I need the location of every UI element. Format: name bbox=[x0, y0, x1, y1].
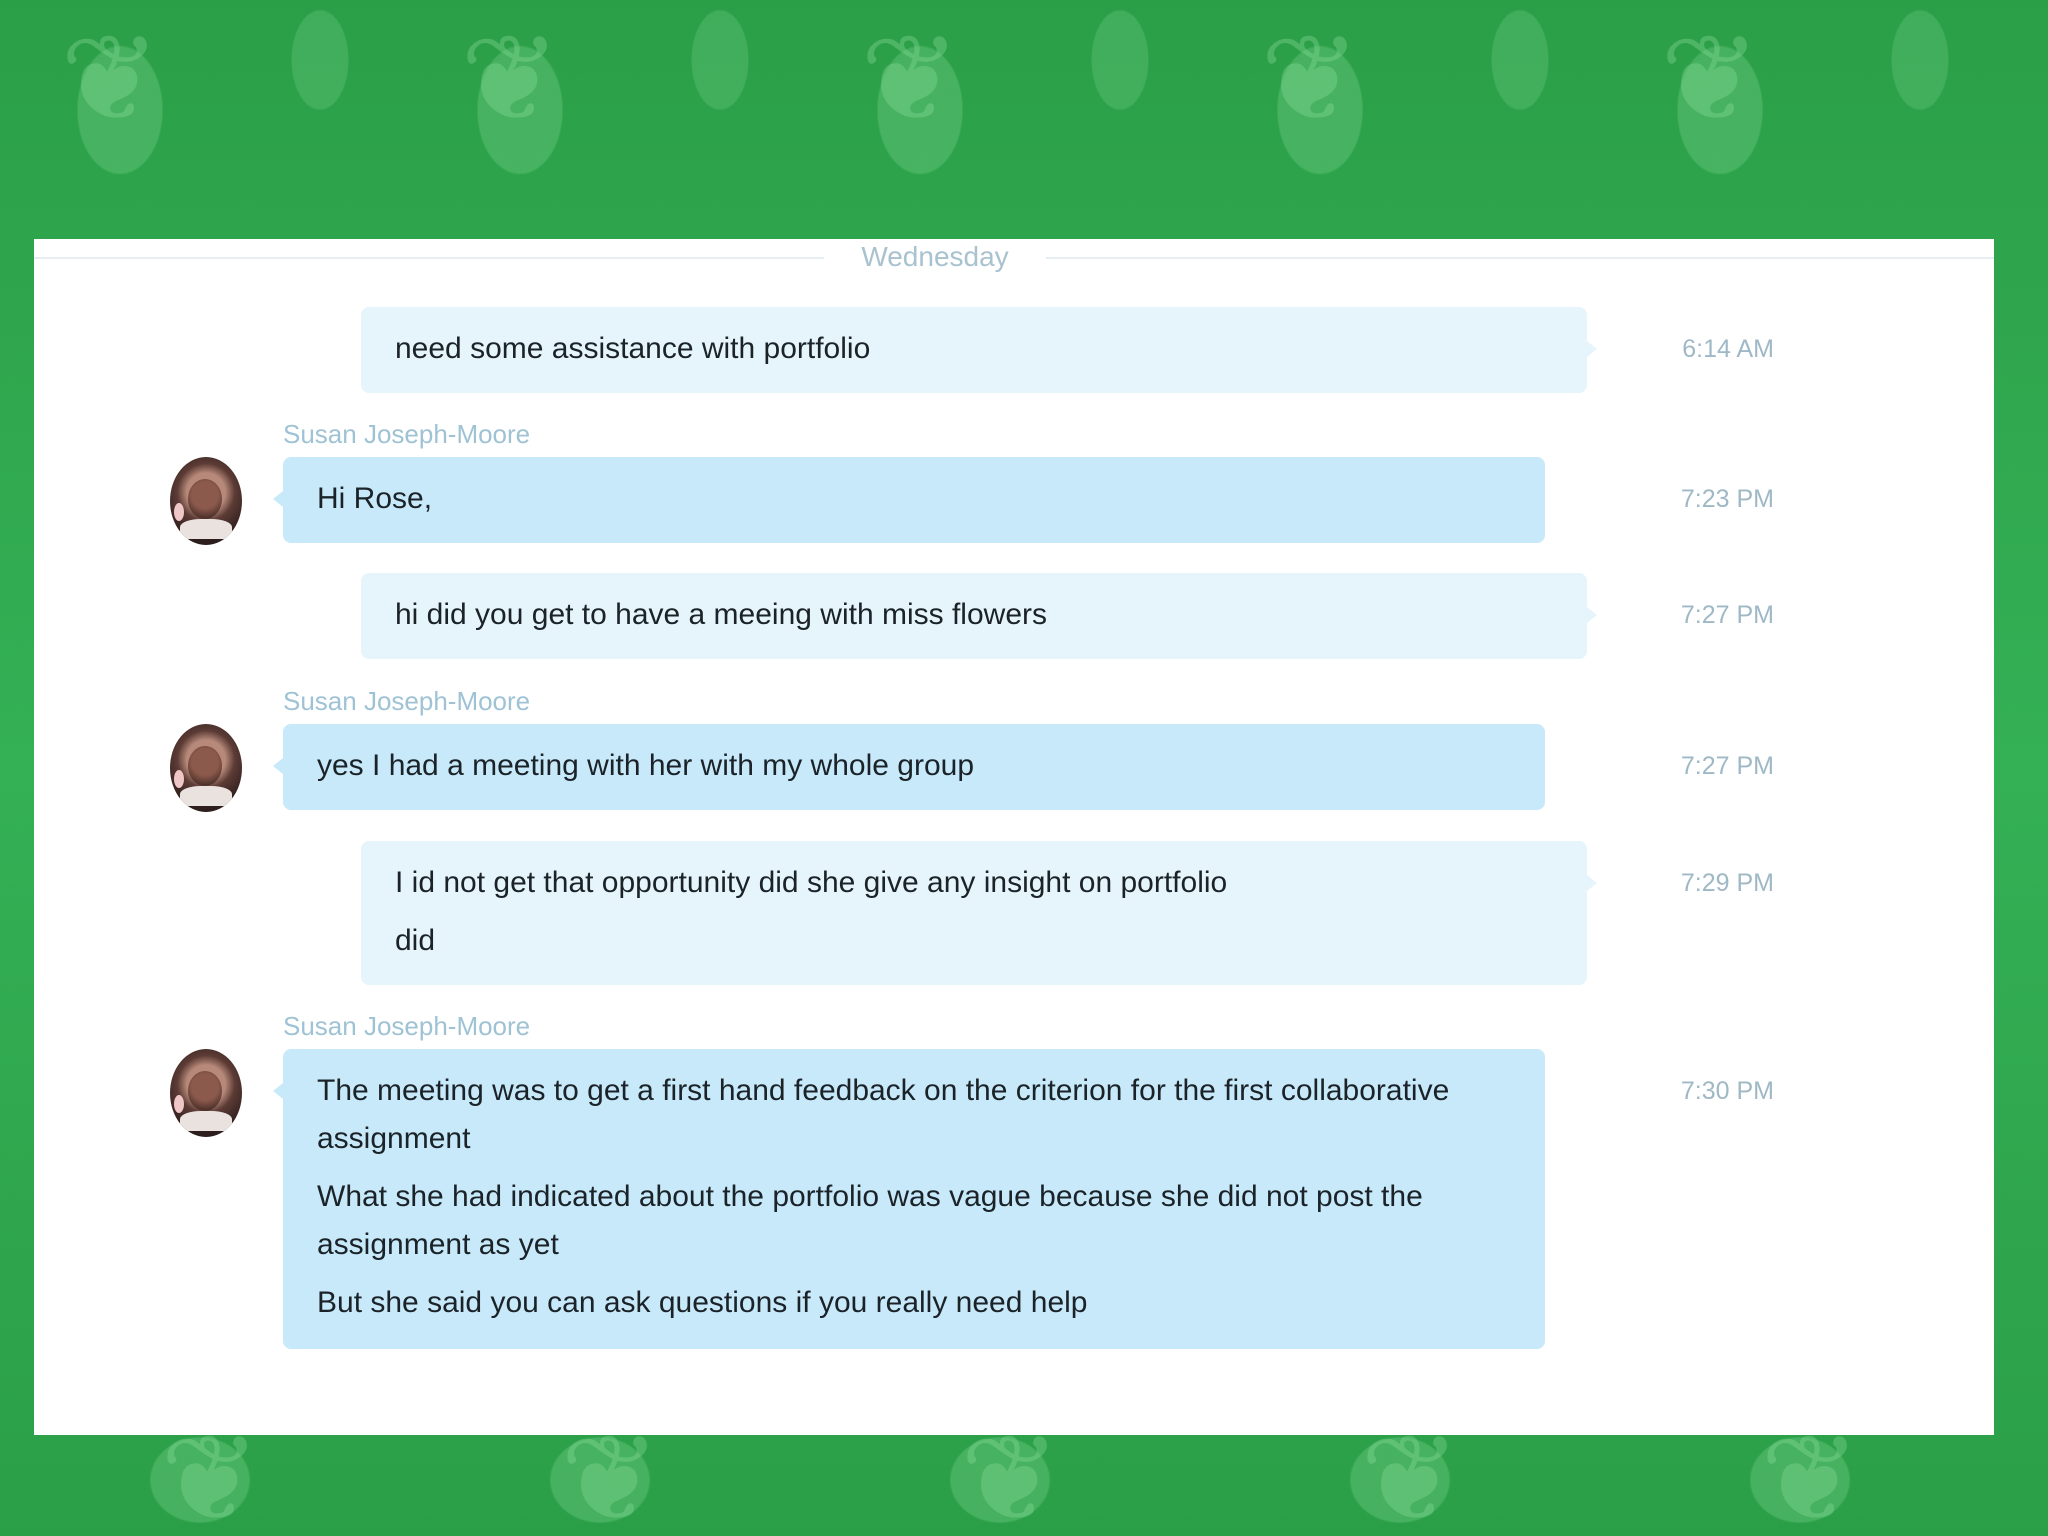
sender-name[interactable]: Susan Joseph-Moore bbox=[283, 1011, 530, 1042]
avatar-highlight bbox=[174, 770, 184, 788]
sender-name[interactable]: Susan Joseph-Moore bbox=[283, 686, 530, 717]
message-text: need some assistance with portfolio bbox=[395, 332, 871, 365]
wallpaper-ornament: ❦ bbox=[1260, 10, 1361, 149]
message-text: did bbox=[395, 924, 436, 957]
outgoing-message-bubble[interactable]: hi did you get to have a meeing with mis… bbox=[361, 573, 1597, 659]
incoming-message-bubble[interactable]: yes I had a meeting with her with my who… bbox=[273, 724, 1545, 810]
message-text: What she had indicated about the portfol… bbox=[317, 1180, 1423, 1261]
wallpaper-ornament: ❦ bbox=[1360, 1410, 1461, 1536]
outgoing-message-bubble[interactable]: I id not get that opportunity did she gi… bbox=[361, 841, 1597, 985]
wallpaper-ornament: ❦ bbox=[960, 1410, 1061, 1536]
divider-line bbox=[34, 257, 824, 259]
avatar-face bbox=[188, 479, 222, 519]
message-timestamp: 6:14 AM bbox=[1682, 335, 1774, 363]
message-timestamp: 7:29 PM bbox=[1680, 869, 1774, 897]
chat-conversation-panel[interactable]: Wednesday need some assistance with port… bbox=[34, 239, 1994, 1435]
message-text: I id not get that opportunity did she gi… bbox=[395, 866, 1228, 899]
incoming-message-bubble[interactable]: Hi Rose, bbox=[273, 457, 1545, 543]
sender-avatar[interactable] bbox=[170, 1049, 242, 1137]
wallpaper-ornament: ❦ bbox=[60, 10, 161, 149]
message-timestamp: 7:27 PM bbox=[1680, 752, 1774, 780]
wallpaper-ornament: ❦ bbox=[460, 10, 561, 149]
wallpaper-ornament: ❦ bbox=[160, 1410, 261, 1536]
wallpaper-ornament: ❦ bbox=[860, 10, 961, 149]
divider-line bbox=[1046, 257, 1994, 259]
avatar-highlight bbox=[174, 503, 184, 521]
message-timestamp: 7:27 PM bbox=[1680, 601, 1774, 629]
avatar-face bbox=[188, 746, 222, 786]
wallpaper-ornament: ❦ bbox=[1760, 1410, 1861, 1536]
avatar-collar bbox=[180, 786, 232, 806]
avatar-collar bbox=[180, 519, 232, 539]
sender-avatar[interactable] bbox=[170, 724, 242, 812]
message-text: yes I had a meeting with her with my who… bbox=[317, 749, 974, 782]
avatar-collar bbox=[180, 1111, 232, 1131]
avatar-face bbox=[188, 1071, 222, 1111]
message-text: The meeting was to get a first hand feed… bbox=[317, 1074, 1450, 1155]
wallpaper-ornament: ❦ bbox=[1660, 10, 1761, 149]
wallpaper-ornament: ❦ bbox=[560, 1410, 661, 1536]
sender-avatar[interactable] bbox=[170, 457, 242, 545]
avatar-highlight bbox=[174, 1095, 184, 1113]
day-divider: Wednesday bbox=[34, 239, 1994, 279]
outgoing-message-bubble[interactable]: need some assistance with portfolio bbox=[361, 307, 1597, 393]
message-timestamp: 7:30 PM bbox=[1680, 1077, 1774, 1105]
message-timestamp: 7:23 PM bbox=[1680, 485, 1774, 513]
incoming-message-bubble[interactable]: The meeting was to get a first hand feed… bbox=[273, 1049, 1545, 1349]
sender-name[interactable]: Susan Joseph-Moore bbox=[283, 419, 530, 450]
message-text: Hi Rose, bbox=[317, 482, 433, 515]
day-label: Wednesday bbox=[861, 241, 1009, 272]
message-text: But she said you can ask questions if yo… bbox=[317, 1286, 1088, 1319]
message-text: hi did you get to have a meeing with mis… bbox=[395, 598, 1047, 631]
